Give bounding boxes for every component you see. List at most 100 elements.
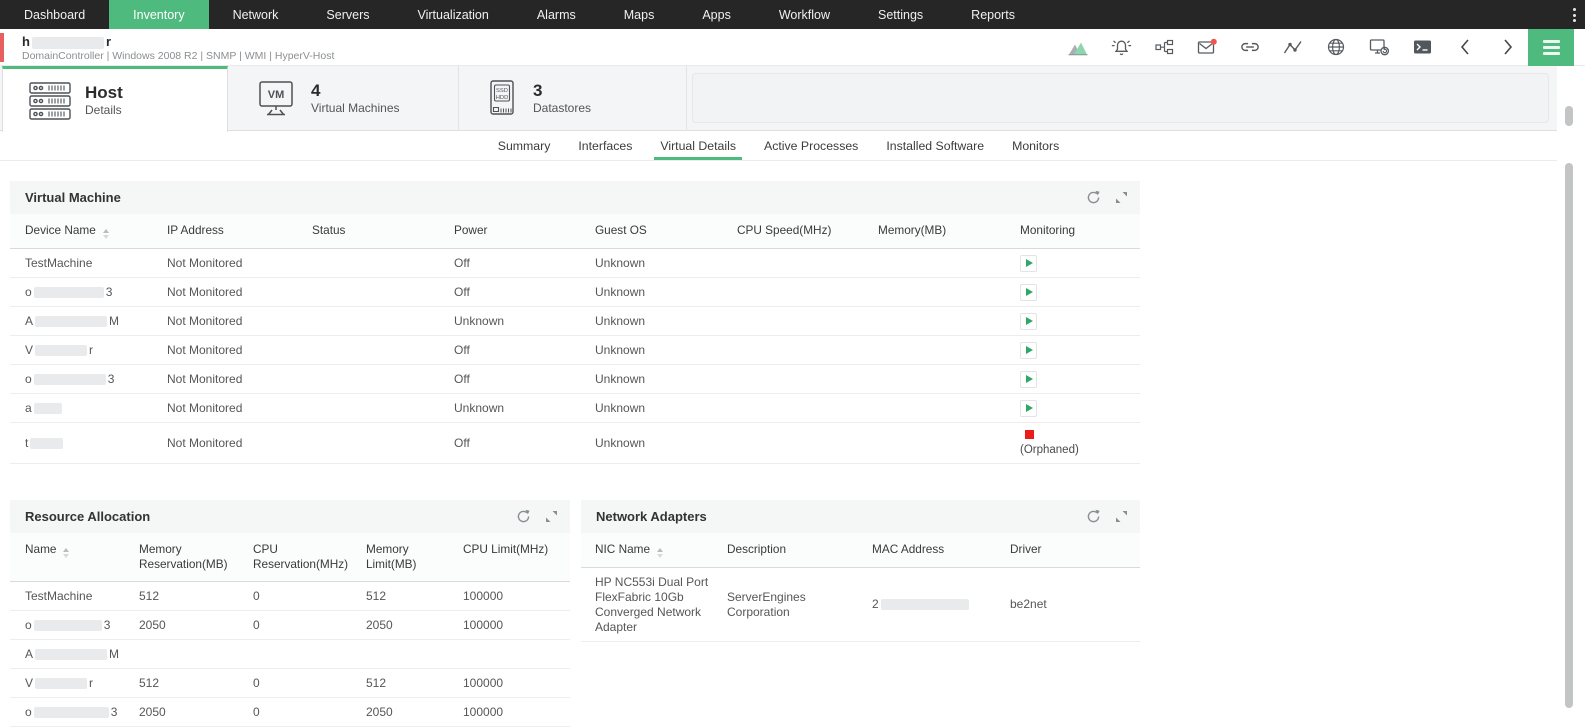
column-header[interactable]: MAC Address: [858, 533, 996, 568]
host-properties: DomainController | Windows 2008 R2 | SNM…: [22, 50, 334, 62]
tab-virtual-machines[interactable]: VM 4 Virtual Machines: [229, 66, 459, 131]
virtual-machine-panel: Virtual Machine Device Name IP Address: [10, 181, 1140, 464]
device-dependency-icon[interactable]: [1153, 37, 1175, 57]
previous-device-icon[interactable]: [1454, 37, 1476, 57]
nav-item[interactable]: Virtualization: [394, 0, 513, 29]
sub-tab[interactable]: Installed Software: [885, 131, 985, 160]
column-header[interactable]: Name: [10, 533, 124, 582]
cpu-reservation-cell: 0: [238, 698, 351, 727]
nav-item[interactable]: Apps: [678, 0, 755, 29]
response-time-icon[interactable]: [1282, 37, 1304, 57]
device-name-cell: a: [10, 394, 152, 423]
scrollbar-thumb[interactable]: [1565, 163, 1573, 708]
column-header[interactable]: Power: [439, 214, 580, 249]
nav-item[interactable]: Maps: [600, 0, 679, 29]
refresh-icon[interactable]: [1086, 509, 1101, 524]
panel-title: Virtual Machine: [25, 190, 121, 205]
web-console-icon[interactable]: [1325, 37, 1347, 57]
column-header[interactable]: Description: [713, 533, 858, 568]
column-header[interactable]: Memory Reservation(MB): [124, 533, 238, 582]
memory-cell: [863, 307, 1005, 336]
resource-table-row[interactable]: Vr 512 0 512 100000: [10, 669, 570, 698]
column-header[interactable]: CPU Speed(MHz): [722, 214, 863, 249]
expand-icon[interactable]: [1115, 510, 1128, 523]
nav-item[interactable]: Alarms: [513, 0, 600, 29]
sub-tab[interactable]: Active Processes: [763, 131, 859, 160]
nav-item[interactable]: Inventory: [109, 0, 208, 29]
network-adapters-table: NIC Name Description MAC Address Driver …: [581, 533, 1140, 642]
sub-tab[interactable]: Interfaces: [577, 131, 633, 160]
start-monitoring-button[interactable]: [1020, 255, 1037, 272]
resource-table-row[interactable]: o3 2050 0 2050 100000: [10, 611, 570, 640]
notifications-bell-icon[interactable]: [1110, 37, 1132, 57]
start-monitoring-button[interactable]: [1020, 342, 1037, 359]
start-monitoring-button[interactable]: [1020, 284, 1037, 301]
expand-icon[interactable]: [1115, 191, 1128, 204]
column-header[interactable]: Status: [297, 214, 439, 249]
redacted-text: [34, 287, 104, 298]
sort-icon[interactable]: [103, 229, 109, 239]
vm-table-row[interactable]: TestMachine Not Monitored Off Unknown: [10, 249, 1140, 278]
remote-desktop-icon[interactable]: [1368, 37, 1390, 57]
orphaned-status-icon: [1025, 430, 1034, 439]
sub-tab[interactable]: Virtual Details: [659, 131, 737, 160]
column-header[interactable]: CPU Limit(MHz): [448, 533, 570, 582]
tab-host-details[interactable]: Host Details: [2, 66, 228, 132]
refresh-icon[interactable]: [516, 509, 531, 524]
column-header[interactable]: Memory Limit(MB): [351, 533, 448, 582]
guest-os-cell: Unknown: [580, 394, 722, 423]
tab-datastores[interactable]: SSD HDD 3 Datastores: [459, 66, 687, 131]
resource-allocation-table: Name Memory Reservation(MB) CPU Reservat…: [10, 533, 570, 727]
vm-table-row[interactable]: AM Not Monitored Unknown Unknown: [10, 307, 1140, 336]
nav-item[interactable]: Settings: [854, 0, 947, 29]
expand-icon[interactable]: [545, 510, 558, 523]
column-header[interactable]: Memory(MB): [863, 214, 1005, 249]
device-menu-button[interactable]: [1528, 29, 1574, 66]
column-header[interactable]: Driver: [996, 533, 1140, 568]
nav-overflow-menu-icon[interactable]: [1573, 8, 1576, 22]
refresh-icon[interactable]: [1086, 190, 1101, 205]
tab-subtitle: Details: [85, 103, 123, 118]
scrollbar-thumb[interactable]: [1565, 106, 1573, 126]
column-header[interactable]: IP Address: [152, 214, 297, 249]
nic-table-row[interactable]: HP NC553i Dual Port FlexFabric 10Gb Conv…: [581, 568, 1140, 642]
sort-icon[interactable]: [657, 548, 663, 558]
nav-item[interactable]: Servers: [302, 0, 393, 29]
email-icon[interactable]: [1196, 37, 1218, 57]
monitoring-cell: [1005, 394, 1140, 423]
column-header[interactable]: Device Name: [10, 214, 152, 249]
power-cell: Off: [439, 423, 580, 464]
vm-table-row[interactable]: o3 Not Monitored Off Unknown: [10, 278, 1140, 307]
vm-table-row[interactable]: t Not Monitored Off Unknown (Orphaned): [10, 423, 1140, 464]
start-monitoring-button[interactable]: [1020, 313, 1037, 330]
vm-table-row[interactable]: Vr Not Monitored Off Unknown: [10, 336, 1140, 365]
vm-table-row[interactable]: a Not Monitored Unknown Unknown: [10, 394, 1140, 423]
server-rack-icon: [29, 82, 71, 120]
tab-strip-spacer: [692, 73, 1549, 123]
vm-table-row[interactable]: o3 Not Monitored Off Unknown: [10, 365, 1140, 394]
resource-table-row[interactable]: o3 2050 0 2050 100000: [10, 698, 570, 727]
nav-item[interactable]: Dashboard: [0, 0, 109, 29]
column-header[interactable]: Monitoring: [1005, 214, 1140, 249]
column-header[interactable]: NIC Name: [581, 533, 713, 568]
start-monitoring-button[interactable]: [1020, 371, 1037, 388]
nav-item[interactable]: Workflow: [755, 0, 854, 29]
performance-graphs-icon[interactable]: [1067, 37, 1089, 57]
next-device-icon[interactable]: [1497, 37, 1519, 57]
cpu-speed-cell: [722, 278, 863, 307]
tab-title: Host: [85, 83, 123, 103]
resource-table-row[interactable]: TestMachine 512 0 512 100000: [10, 582, 570, 611]
column-header[interactable]: CPU Reservation(MHz): [238, 533, 351, 582]
sort-icon[interactable]: [63, 548, 69, 558]
ip-address-cell: Not Monitored: [152, 249, 297, 278]
sub-tab[interactable]: Summary: [497, 131, 552, 160]
nav-item[interactable]: Reports: [947, 0, 1039, 29]
resource-table-row[interactable]: AM: [10, 640, 570, 669]
play-icon: [1026, 375, 1033, 383]
terminal-icon[interactable]: [1411, 37, 1433, 57]
start-monitoring-button[interactable]: [1020, 400, 1037, 417]
sub-tab[interactable]: Monitors: [1011, 131, 1060, 160]
column-header[interactable]: Guest OS: [580, 214, 722, 249]
nav-item[interactable]: Network: [209, 0, 303, 29]
device-links-icon[interactable]: [1239, 37, 1261, 57]
